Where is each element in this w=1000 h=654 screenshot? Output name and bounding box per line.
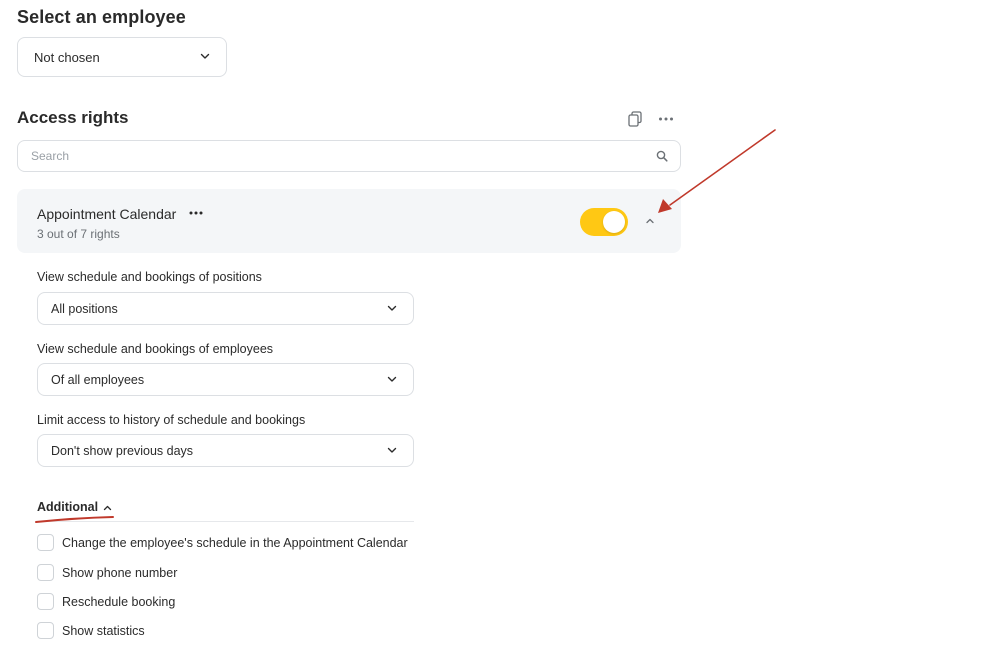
employee-select[interactable]: Not chosen — [17, 37, 227, 77]
positions-field-label: View schedule and bookings of positions — [37, 270, 262, 284]
positions-select-value: All positions — [51, 301, 118, 316]
module-toggle[interactable] — [580, 208, 628, 236]
history-select[interactable]: Don't show previous days — [37, 434, 414, 467]
chevron-down-icon — [387, 305, 397, 311]
employees-field-label: View schedule and bookings of employees — [37, 342, 274, 356]
positions-select[interactable]: All positions — [37, 292, 414, 325]
employee-section-title: Select an employee — [17, 7, 186, 27]
search-box — [17, 140, 681, 172]
additional-section-toggle[interactable]: Additional — [37, 500, 98, 514]
employee-select-value: Not chosen — [34, 49, 100, 65]
annotation-overlay — [35, 129, 776, 523]
checkbox-show-statistics[interactable]: Show statistics — [37, 622, 145, 639]
history-select-value: Don't show previous days — [51, 443, 194, 458]
chevron-up-icon[interactable] — [644, 215, 656, 227]
search-input[interactable] — [18, 141, 618, 171]
checkbox-reschedule[interactable]: Reschedule booking — [37, 593, 175, 610]
checkbox[interactable] — [37, 564, 54, 581]
search-icon[interactable] — [656, 150, 668, 162]
more-options-icon[interactable] — [657, 110, 675, 128]
module-more-icon[interactable] — [188, 206, 204, 220]
history-field-label: Limit access to history of schedule and … — [37, 413, 306, 427]
checkbox[interactable] — [37, 593, 54, 610]
employees-select[interactable]: Of all employees — [37, 363, 414, 396]
checkbox-label: Show phone number — [62, 565, 178, 580]
access-rights-title: Access rights — [17, 108, 129, 127]
toggle-knob — [603, 211, 625, 233]
checkbox-show-phone[interactable]: Show phone number — [37, 564, 177, 581]
divider — [37, 521, 414, 522]
checkbox-label: Reschedule booking — [62, 594, 176, 609]
chevron-down-icon — [200, 53, 210, 59]
checkbox[interactable] — [37, 534, 54, 551]
copy-icon[interactable] — [626, 110, 644, 128]
module-card-appointment-calendar: Appointment Calendar 3 out of 7 rights — [17, 189, 681, 253]
checkbox[interactable] — [37, 622, 54, 639]
employees-select-value: Of all employees — [51, 372, 145, 387]
checkbox-label: Show statistics — [62, 623, 145, 638]
chevron-down-icon — [387, 376, 397, 382]
module-rights-count: 3 out of 7 rights — [37, 227, 120, 241]
chevron-up-icon[interactable] — [102, 503, 113, 513]
checkbox-label: Change the employee's schedule in the Ap… — [62, 535, 408, 550]
module-title: Appointment Calendar — [37, 206, 177, 222]
checkbox-change-schedule[interactable]: Change the employee's schedule in the Ap… — [37, 534, 408, 551]
chevron-down-icon — [387, 447, 397, 453]
